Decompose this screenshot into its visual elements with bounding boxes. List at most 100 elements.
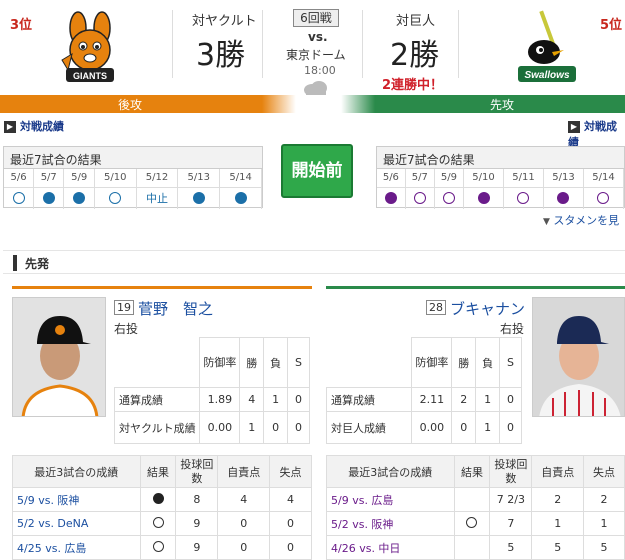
recent-result[interactable] — [463, 186, 504, 209]
game-link[interactable]: 4/25 vs. 広島 — [12, 535, 141, 560]
open-circle-icon — [413, 192, 426, 205]
game-r: 0 — [269, 535, 312, 560]
right-pitcher-name[interactable]: ブキャナン — [450, 298, 525, 319]
recent-result[interactable] — [583, 186, 625, 209]
left-pitcher-name[interactable]: 菅野 智之 — [138, 298, 213, 319]
game-er: 5 — [531, 535, 585, 560]
game-er: 1 — [531, 511, 585, 536]
filled-circle-icon — [477, 192, 490, 205]
save-header: S — [287, 337, 310, 388]
game-r: 2 — [583, 487, 625, 512]
recent-result[interactable] — [219, 186, 262, 209]
vs-label: vs. — [308, 30, 328, 44]
giants-logo-text: GIANTS — [73, 71, 107, 81]
game-result — [139, 511, 177, 536]
game-link[interactable]: 5/2 vs. 阪神 — [326, 511, 455, 536]
recent-result[interactable] — [377, 186, 406, 209]
filled-circle-icon — [42, 192, 55, 205]
recent-date: 5/12 — [136, 169, 179, 187]
game-ip: 8 — [175, 487, 219, 512]
right-recent-games-table: 最近3試合の成績 結果 投球回数 自責点 失点 5/9 vs. 広島 7 2/3 2… — [326, 455, 625, 560]
recent-date: 5/6 — [4, 169, 35, 187]
right-wins: 2勝 — [390, 38, 440, 73]
open-circle-icon — [152, 540, 164, 552]
game-link[interactable]: 5/2 vs. DeNA — [12, 511, 141, 536]
game-er: 0 — [217, 535, 271, 560]
left-recent-title: 最近7試合の結果 — [4, 147, 262, 169]
game-link[interactable]: 4/26 vs. 中日 — [326, 535, 455, 560]
swallows-logo[interactable]: Swallows — [512, 10, 582, 90]
open-circle-icon — [466, 516, 478, 528]
filled-circle-icon — [557, 192, 570, 205]
filled-circle-icon — [73, 192, 86, 205]
recent-date: 5/13 — [543, 169, 584, 187]
save-header: S — [499, 337, 522, 388]
streak-label: 2連勝中！ — [382, 78, 444, 93]
recent-date: 5/10 — [94, 169, 137, 187]
game-result — [453, 511, 491, 536]
recent-date: 5/10 — [463, 169, 504, 187]
recent-result[interactable] — [63, 186, 95, 209]
runs-header: 失点 — [583, 455, 625, 488]
game-ip: 5 — [489, 535, 533, 560]
stat-row: 対巨人成績 0.00 0 1 0 — [325, 411, 522, 444]
recent-result[interactable]: 中止 — [136, 186, 179, 209]
right-vs-label: 対巨人 — [396, 14, 436, 29]
game-ip: 9 — [175, 511, 219, 536]
recent-result[interactable] — [405, 186, 435, 209]
left-pitcher-photo[interactable] — [12, 297, 106, 417]
game-row: 5/2 vs. 阪神 7 1 1 — [326, 511, 625, 536]
giants-logo[interactable]: GIANTS — [50, 10, 130, 90]
left-pitcher-hand: 右投 — [114, 322, 139, 336]
era-header: 防御率 — [411, 337, 453, 388]
win-header: 勝 — [451, 337, 477, 388]
right-pitcher-header: 28 — [426, 300, 450, 315]
game-row: 4/26 vs. 中日 5 5 5 — [326, 535, 625, 560]
play-icon: ▶ — [4, 121, 16, 133]
left-recent-results: 最近7試合の結果 5/6 5/7 5/9 5/10 5/12 5/13 5/14 中止 — [3, 146, 263, 209]
game-status-button[interactable]: 開始前 — [281, 144, 353, 198]
open-circle-icon — [597, 192, 610, 205]
left-matchup-link[interactable]: ▶ 対戦成績 — [4, 118, 64, 134]
lineup-link[interactable]: ▼ スタメンを見 — [543, 212, 619, 228]
filled-circle-icon — [384, 192, 397, 205]
open-circle-icon — [12, 192, 25, 205]
game-link[interactable]: 5/9 vs. 広島 — [326, 487, 455, 512]
recent-date: 5/7 — [33, 169, 65, 187]
game-r: 1 — [583, 511, 625, 536]
filled-circle-icon — [152, 492, 164, 504]
recent-result[interactable] — [94, 186, 137, 209]
right-side-label: 先攻 — [490, 98, 515, 112]
loss-header: 負 — [263, 337, 289, 388]
game-r: 5 — [583, 535, 625, 560]
right-pitcher-number: 28 — [426, 300, 446, 315]
era-header: 防御率 — [199, 337, 241, 388]
er-header: 自責点 — [217, 455, 271, 488]
game-er: 2 — [531, 487, 585, 512]
cloud-icon — [304, 81, 327, 96]
result-header: 結果 — [139, 455, 177, 488]
recent-date: 5/6 — [377, 169, 406, 187]
section-title: 先発 — [25, 257, 50, 271]
recent-result[interactable] — [434, 186, 465, 209]
recent-result[interactable] — [4, 186, 35, 209]
triangle-down-icon: ▼ — [543, 217, 550, 227]
filled-circle-icon — [192, 192, 205, 205]
right-recent-results: 最近7試合の結果 5/6 5/7 5/9 5/10 5/11 5/13 5/14 — [376, 146, 625, 209]
game-row: 5/9 vs. 阪神 8 4 4 — [12, 487, 312, 512]
recent-result[interactable] — [177, 186, 221, 209]
game-link[interactable]: 5/9 vs. 阪神 — [12, 487, 141, 512]
open-circle-icon — [517, 192, 530, 205]
right-recent-title: 最近7試合の結果 — [377, 147, 624, 169]
game-result — [139, 487, 177, 512]
right-pitcher-photo[interactable] — [532, 297, 625, 417]
recent-result[interactable] — [33, 186, 65, 209]
game-r: 0 — [269, 511, 312, 536]
stat-row: 通算成績 1.89 4 1 0 — [113, 387, 310, 412]
recent-result[interactable] — [543, 186, 584, 209]
game-ip: 9 — [175, 535, 219, 560]
open-circle-icon — [152, 516, 164, 528]
recent-date: 5/13 — [177, 169, 221, 187]
recent-result[interactable] — [503, 186, 544, 209]
venue: 東京ドーム — [286, 48, 346, 62]
